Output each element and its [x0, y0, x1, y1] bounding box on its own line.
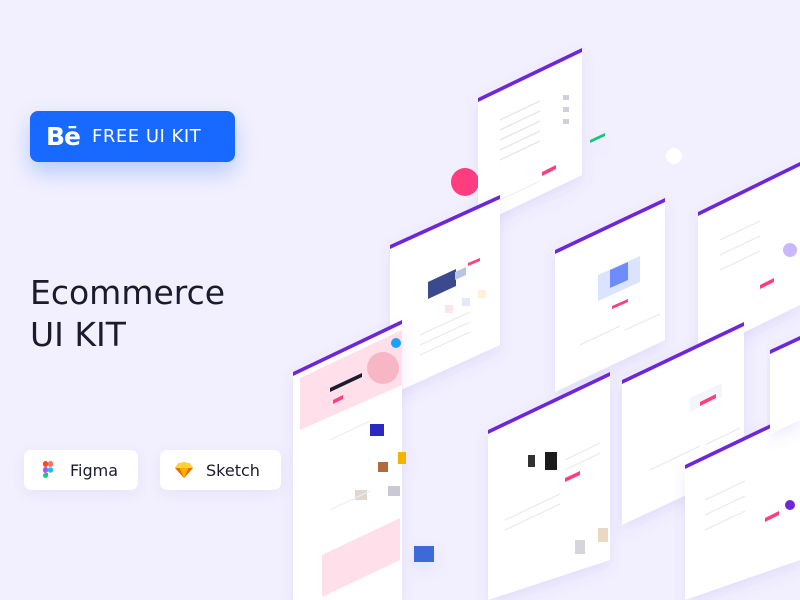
- mockup-contact-form-page: [698, 162, 800, 355]
- mockup-about-page: [390, 195, 500, 395]
- mockup-screens: [293, 48, 800, 600]
- mockup-cart-page-ext: [582, 48, 615, 192]
- mockup-partial-page: [770, 336, 800, 434]
- mockup-product-details-page: [488, 372, 610, 600]
- mockup-contact-page: [555, 198, 665, 392]
